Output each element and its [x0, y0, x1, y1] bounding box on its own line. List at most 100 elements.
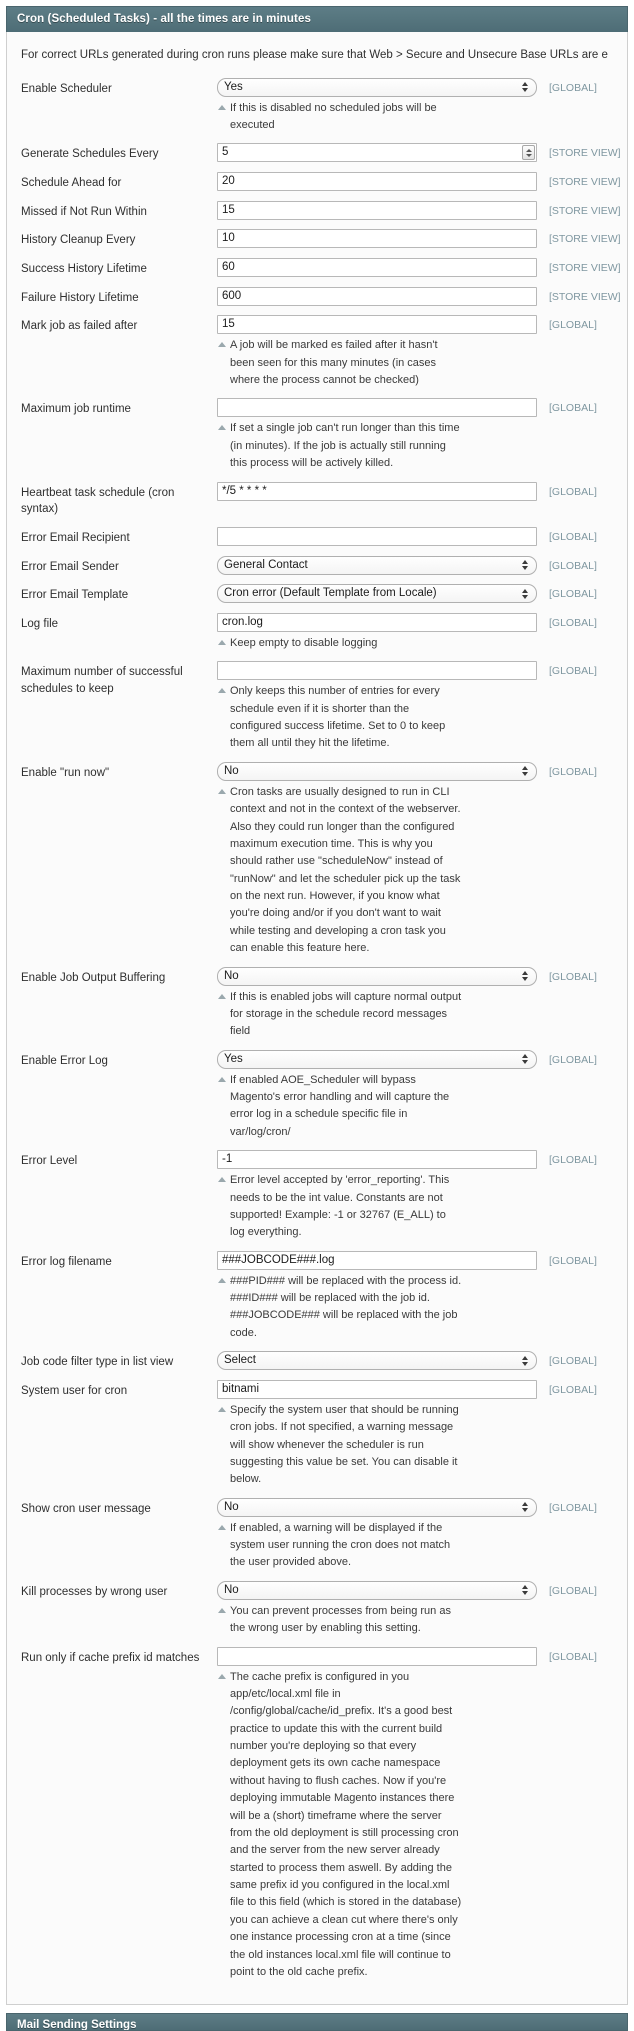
- scope-enable-run-now: [GLOBAL]: [549, 765, 597, 778]
- note-triangle-icon: [218, 1177, 226, 1183]
- note-triangle-icon: [218, 688, 226, 694]
- note-show-cron-user-message: If enabled, a warning will be displayed …: [217, 1520, 462, 1572]
- field-success-history-lifetime: Success History Lifetime [STORE VIEW]: [7, 257, 627, 278]
- section-body: For correct URLs generated during cron r…: [6, 32, 628, 2006]
- section-header-mail-sending-settings[interactable]: Mail Sending Settings: [6, 2013, 628, 2031]
- select-enable-job-output-buffering[interactable]: No: [217, 966, 537, 986]
- input-generate-schedules-every[interactable]: [217, 143, 537, 163]
- field-schedule-ahead-for: Schedule Ahead for [STORE VIEW]: [7, 171, 627, 192]
- label-error-email-template: Error Email Template: [21, 589, 129, 602]
- field-error-email-sender: Error Email Sender General Contact [GLOB…: [7, 555, 627, 576]
- section-header-cron[interactable]: Cron (Scheduled Tasks) - all the times a…: [6, 6, 628, 32]
- note-triangle-icon: [218, 342, 226, 348]
- label-enable-run-now: Enable "run now": [21, 766, 110, 779]
- scope-schedule-ahead-for: [STORE VIEW]: [549, 175, 621, 188]
- label-success-history-lifetime: Success History Lifetime: [21, 262, 147, 275]
- scope-job-code-filter-type: [GLOBAL]: [549, 1355, 597, 1368]
- input-error-email-recipient[interactable]: [217, 526, 537, 546]
- select-enable-scheduler[interactable]: Yes: [217, 77, 537, 97]
- scope-enable-scheduler: [GLOBAL]: [549, 81, 597, 94]
- note-kill-processes-by-wrong-user: You can prevent processes from being run…: [217, 1603, 462, 1638]
- note-line: ###JOBCODE### will be replaced with the …: [230, 1309, 458, 1339]
- label-mark-job-as-failed-after: Mark job as failed after: [21, 320, 138, 333]
- label-system-user-for-cron: System user for cron: [21, 1384, 128, 1397]
- input-missed-if-not-run-within[interactable]: [217, 200, 537, 220]
- input-log-file[interactable]: [217, 612, 537, 632]
- field-max-successful-schedules: Maximum number of successful schedules t…: [7, 661, 627, 753]
- field-history-cleanup-every: History Cleanup Every [STORE VIEW]: [7, 229, 627, 249]
- select-enable-run-now[interactable]: No: [217, 761, 537, 781]
- scope-enable-job-output-buffering: [GLOBAL]: [549, 970, 597, 983]
- scope-history-cleanup-every: [STORE VIEW]: [549, 233, 621, 246]
- scope-show-cron-user-message: [GLOBAL]: [549, 1501, 597, 1514]
- input-heartbeat-task-schedule[interactable]: [217, 481, 537, 501]
- select-error-email-template[interactable]: Cron error (Default Template from Locale…: [217, 584, 537, 604]
- input-max-successful-schedules[interactable]: [217, 661, 537, 681]
- select-job-code-filter-type[interactable]: Select: [217, 1351, 537, 1371]
- field-system-user-for-cron: System user for cron Specify the system …: [7, 1379, 627, 1489]
- input-schedule-ahead-for[interactable]: [217, 171, 537, 191]
- note-enable-run-now: Cron tasks are usually designed to run i…: [217, 784, 462, 958]
- scope-error-email-sender: [GLOBAL]: [549, 559, 597, 572]
- label-show-cron-user-message: Show cron user message: [21, 1502, 151, 1515]
- label-failure-history-lifetime: Failure History Lifetime: [21, 291, 139, 304]
- label-enable-scheduler: Enable Scheduler: [21, 82, 112, 95]
- field-show-cron-user-message: Show cron user message No If enabled, a …: [7, 1497, 627, 1572]
- note-triangle-icon: [218, 1277, 226, 1283]
- label-kill-processes-by-wrong-user: Kill processes by wrong user: [21, 1585, 168, 1598]
- config-page: Cron (Scheduled Tasks) - all the times a…: [0, 0, 634, 2031]
- input-failure-history-lifetime[interactable]: [217, 286, 537, 306]
- input-success-history-lifetime[interactable]: [217, 257, 537, 277]
- label-run-only-if-cache-prefix-matches: Run only if cache prefix id matches: [21, 1651, 200, 1664]
- label-error-level: Error Level: [21, 1155, 78, 1168]
- field-failure-history-lifetime: Failure History Lifetime [STORE VIEW]: [7, 286, 627, 307]
- field-enable-run-now: Enable "run now" No Cron tasks are usual…: [7, 761, 627, 958]
- note-triangle-icon: [218, 639, 226, 645]
- label-history-cleanup-every: History Cleanup Every: [21, 234, 136, 247]
- scope-kill-processes-by-wrong-user: [GLOBAL]: [549, 1584, 597, 1597]
- input-error-log-filename[interactable]: [217, 1250, 537, 1270]
- note-triangle-icon: [218, 1673, 226, 1679]
- field-generate-schedules-every: Generate Schedules Every [STORE VIEW]: [7, 143, 627, 163]
- intro-notice: For correct URLs generated during cron r…: [21, 49, 608, 61]
- field-kill-processes-by-wrong-user: Kill processes by wrong user No You can …: [7, 1580, 627, 1638]
- field-log-file: Log file Keep empty to disable logging […: [7, 612, 627, 652]
- scope-system-user-for-cron: [GLOBAL]: [549, 1383, 597, 1396]
- select-show-cron-user-message[interactable]: No: [217, 1497, 537, 1517]
- field-error-log-filename: Error log filename ###PID### will be rep…: [7, 1250, 627, 1343]
- input-history-cleanup-every[interactable]: [217, 229, 537, 249]
- input-system-user-for-cron[interactable]: [217, 1379, 537, 1399]
- note-triangle-icon: [218, 425, 226, 431]
- select-kill-processes-by-wrong-user[interactable]: No: [217, 1580, 537, 1600]
- note-enable-scheduler: If this is disabled no scheduled jobs wi…: [217, 100, 462, 135]
- scope-error-email-recipient: [GLOBAL]: [549, 530, 597, 543]
- label-enable-error-log: Enable Error Log: [21, 1054, 108, 1067]
- field-job-code-filter-type: Job code filter type in list view Select…: [7, 1351, 627, 1371]
- scope-missed-if-not-run-within: [STORE VIEW]: [549, 204, 621, 217]
- note-triangle-icon: [218, 1406, 226, 1412]
- input-error-level[interactable]: [217, 1150, 537, 1170]
- scope-error-level: [GLOBAL]: [549, 1154, 597, 1167]
- scope-maximum-job-runtime: [GLOBAL]: [549, 402, 597, 415]
- label-max-successful-schedules: Maximum number of successful schedules t…: [21, 666, 183, 695]
- stepper-icon[interactable]: [522, 145, 535, 161]
- label-job-code-filter-type: Job code filter type in list view: [21, 1356, 174, 1369]
- note-mark-job-as-failed-after: A job will be marked es failed after it …: [217, 337, 462, 389]
- select-error-email-sender[interactable]: General Contact: [217, 555, 537, 575]
- input-mark-job-as-failed-after[interactable]: [217, 315, 537, 335]
- select-enable-error-log[interactable]: Yes: [217, 1049, 537, 1069]
- scope-error-email-template: [GLOBAL]: [549, 588, 597, 601]
- input-run-only-if-cache-prefix-matches[interactable]: [217, 1646, 537, 1666]
- scope-heartbeat-task-schedule: [GLOBAL]: [549, 485, 597, 498]
- note-triangle-icon: [218, 104, 226, 110]
- scope-error-log-filename: [GLOBAL]: [549, 1254, 597, 1267]
- label-heartbeat-task-schedule: Heartbeat task schedule (cron syntax): [21, 486, 175, 516]
- note-triangle-icon: [218, 993, 226, 999]
- field-missed-if-not-run-within: Missed if Not Run Within [STORE VIEW]: [7, 200, 627, 221]
- label-error-email-sender: Error Email Sender: [21, 560, 119, 573]
- input-maximum-job-runtime[interactable]: [217, 398, 537, 418]
- field-error-level: Error Level Error level accepted by 'err…: [7, 1150, 627, 1242]
- label-schedule-ahead-for: Schedule Ahead for: [21, 176, 122, 189]
- field-mark-job-as-failed-after: Mark job as failed after A job will be m…: [7, 315, 627, 389]
- note-triangle-icon: [218, 1524, 226, 1530]
